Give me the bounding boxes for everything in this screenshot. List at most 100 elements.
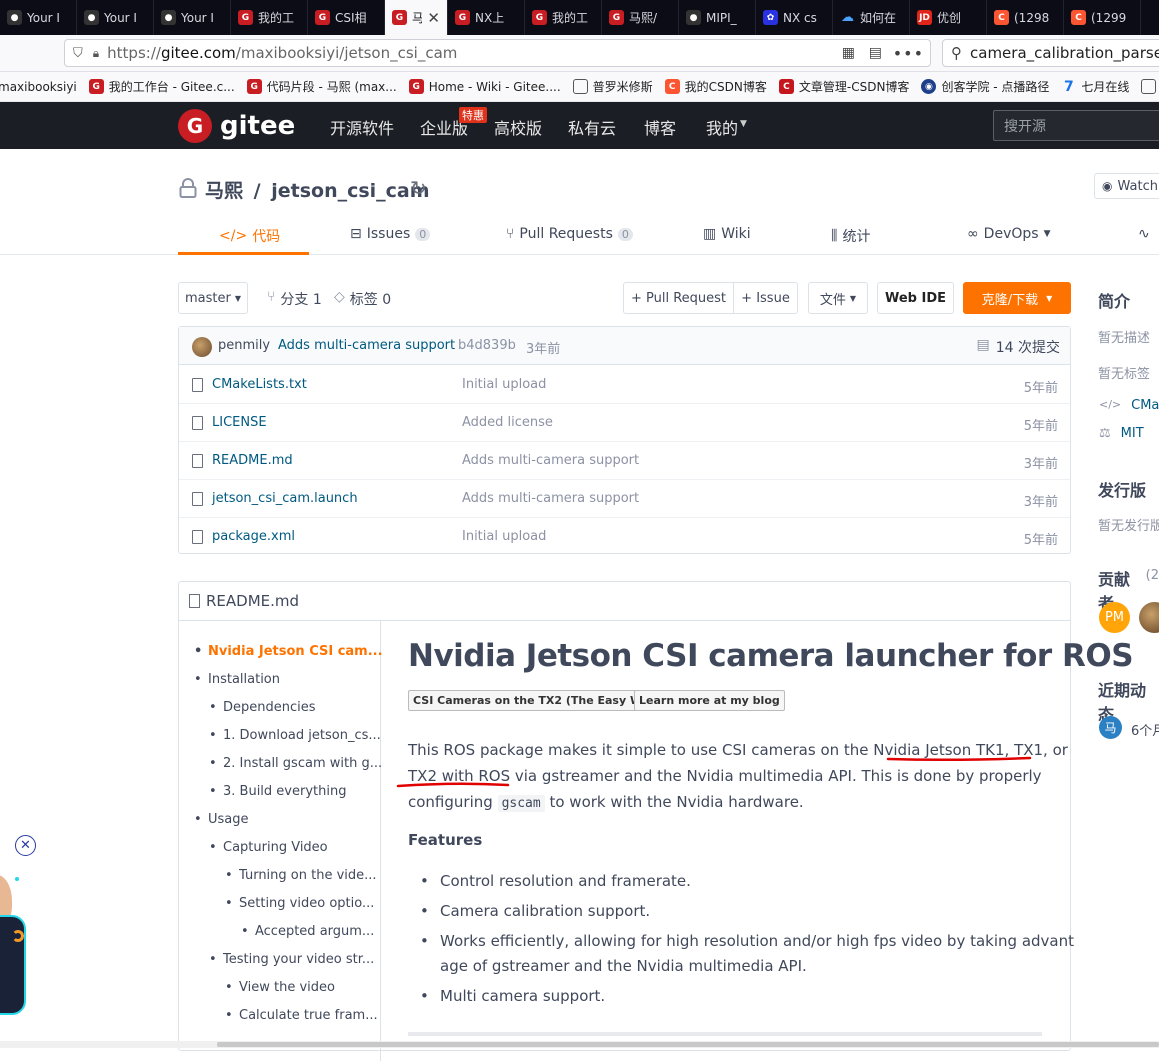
toc-item[interactable]: 1. Download jetson_cs... bbox=[209, 728, 381, 743]
branches-link[interactable]: ⑂ 分支 1 bbox=[267, 289, 322, 309]
file-row[interactable]: CMakeLists.txt Initial upload 5年前 bbox=[179, 366, 1070, 404]
bookmark-item[interactable]: 普罗米修斯 bbox=[572, 78, 653, 95]
new-issue-button[interactable]: + Issue bbox=[733, 282, 798, 314]
close-tab-icon[interactable]: ✕ bbox=[427, 9, 440, 27]
tags-link[interactable]: ◇ 标签 0 bbox=[334, 289, 391, 309]
commits-link[interactable]: ▤ 14 次提交 bbox=[977, 337, 1061, 357]
new-pull-request-button[interactable]: + Pull Request bbox=[623, 282, 733, 314]
web-ide-button[interactable]: Web IDE bbox=[877, 282, 954, 314]
floating-widget-image[interactable] bbox=[0, 875, 34, 1015]
tab-stats[interactable]: ⫼ 统计 bbox=[831, 226, 870, 246]
file-row[interactable]: jetson_csi_cam.launch Adds multi-camera s… bbox=[179, 480, 1070, 518]
tab-pull-requests[interactable]: ⑂ Pull Requests 0 bbox=[506, 226, 633, 242]
browser-search-field[interactable]: ⚲ camera_calibration_parsers bbox=[942, 39, 1159, 67]
toc-item[interactable]: Installation bbox=[194, 672, 280, 687]
toc-item[interactable]: Dependencies bbox=[209, 700, 315, 715]
browser-tab[interactable]: G 我的工 bbox=[525, 0, 602, 35]
book-icon: ▥ bbox=[703, 226, 717, 242]
browser-nav-bar: ⛉ 🔒︎ https://gitee.com/maxibooksiyi/jets… bbox=[0, 35, 1159, 72]
badge[interactable]: Learn more at my blog bbox=[634, 690, 785, 711]
nav-blog[interactable]: 博客 bbox=[644, 115, 676, 139]
reader-view-icon[interactable]: ▤ bbox=[869, 45, 882, 61]
license-link[interactable]: ⚖ MIT bbox=[1099, 426, 1144, 441]
avatar[interactable]: PM bbox=[1099, 602, 1130, 633]
browser-tab[interactable]: G NX上 bbox=[448, 0, 525, 35]
bookmark-item[interactable]: 7 七月在线 bbox=[1061, 78, 1129, 95]
gitee-icon: G bbox=[532, 10, 547, 25]
horizontal-scrollbar[interactable] bbox=[0, 1041, 1159, 1048]
browser-tab[interactable]: C (1299 bbox=[1064, 0, 1141, 35]
repo-owner[interactable]: 马熙 bbox=[205, 180, 243, 202]
tab-devops[interactable]: ∞ DevOps ▼ bbox=[967, 226, 1050, 242]
browser-tab[interactable]: ● Your I bbox=[154, 0, 231, 35]
bookmark-item[interactable]: 中 bbox=[1141, 78, 1159, 95]
toc-item-active[interactable]: Nvidia Jetson CSI cam... bbox=[194, 644, 383, 659]
browser-tab-active[interactable]: G马✕ bbox=[385, 0, 448, 35]
tab-issues[interactable]: ⊟ Issues 0 bbox=[350, 226, 431, 242]
browser-tab[interactable]: G 马熙/ bbox=[602, 0, 679, 35]
tab-wiki[interactable]: ▥ Wiki bbox=[703, 226, 751, 242]
avatar[interactable]: 马 bbox=[1099, 716, 1122, 739]
close-icon[interactable]: ✕ bbox=[15, 835, 36, 856]
bookmark-item[interactable]: C 我的CSDN博客 bbox=[664, 78, 767, 95]
toc-item[interactable]: 3. Build everything bbox=[209, 784, 347, 799]
site-search-input[interactable]: 搜开源 bbox=[993, 110, 1159, 141]
nav-university[interactable]: 高校版 bbox=[494, 115, 542, 139]
toc-item[interactable]: Usage bbox=[194, 812, 248, 827]
clone-download-button[interactable]: 克隆/下载 ▼ bbox=[963, 282, 1071, 314]
browser-tab[interactable]: G 我的工 bbox=[231, 0, 308, 35]
bookmark-item[interactable]: G Home - Wiki - Gitee.... bbox=[408, 79, 561, 94]
toc-item[interactable]: Calculate true fram... bbox=[225, 1008, 378, 1023]
chevron-down-icon: ▼ bbox=[1046, 293, 1053, 303]
github-icon: ● bbox=[686, 10, 701, 25]
browser-tab[interactable]: ● Your I bbox=[0, 0, 77, 35]
file-row[interactable]: package.xml Initial upload 5年前 bbox=[179, 518, 1070, 556]
toc-item[interactable]: Testing your video str... bbox=[209, 952, 374, 967]
toc-item[interactable]: Capturing Video bbox=[209, 840, 328, 855]
bookmark-item[interactable]: maxibooksiyi bbox=[0, 80, 77, 94]
toc-item[interactable]: View the video bbox=[225, 980, 335, 995]
toc-item[interactable]: Turning on the vide... bbox=[225, 868, 377, 883]
nav-open-source[interactable]: 开源软件 bbox=[330, 115, 394, 139]
file-row[interactable]: LICENSE Added license 5年前 bbox=[179, 404, 1070, 442]
qr-code-icon[interactable]: ▦ bbox=[842, 45, 855, 61]
browser-tab[interactable]: JD 优创 bbox=[910, 0, 987, 35]
avatar[interactable] bbox=[1139, 602, 1159, 633]
browser-tab[interactable]: ● MIPI_ bbox=[679, 0, 756, 35]
toc-item[interactable]: Setting video optio... bbox=[225, 896, 374, 911]
chevron-down-icon: ▼ bbox=[1043, 229, 1051, 239]
toc-item[interactable]: Accepted argum... bbox=[241, 924, 374, 939]
browser-tab[interactable]: ☁ 如何在 bbox=[833, 0, 910, 35]
branch-select[interactable]: master ▼ bbox=[178, 282, 248, 314]
watch-button[interactable]: ◉ Watchi bbox=[1094, 173, 1159, 199]
repo-name[interactable]: jetson_csi_cam bbox=[271, 180, 429, 202]
toc-item[interactable]: 2. Install gscam with g... bbox=[209, 756, 382, 771]
browser-tab[interactable]: G CSI相 bbox=[308, 0, 385, 35]
bookmark-item[interactable]: C 文章管理-CSDN博客 bbox=[778, 78, 909, 95]
badge[interactable]: CSI Cameras on the TX2 (The Easy Way) bbox=[408, 690, 666, 711]
nav-private-cloud[interactable]: 私有云 bbox=[568, 115, 616, 139]
gitee-icon: G bbox=[392, 10, 407, 25]
file-row[interactable]: README.md Adds multi-camera support 3年前 bbox=[179, 442, 1070, 480]
more-actions-icon[interactable]: ••• bbox=[893, 44, 924, 63]
activity-icon[interactable]: ∿ bbox=[1138, 226, 1150, 242]
avatar[interactable] bbox=[192, 337, 212, 357]
browser-tab[interactable]: ✿ NX cs bbox=[756, 0, 833, 35]
folder-icon bbox=[1141, 79, 1157, 94]
file-menu-button[interactable]: 文件 ▼ bbox=[808, 282, 868, 314]
gitee-logo[interactable]: G gitee bbox=[178, 109, 295, 143]
bookmark-item[interactable]: G 我的工作台 - Gitee.c... bbox=[88, 78, 235, 95]
browser-tab[interactable]: ● Your I bbox=[77, 0, 154, 35]
url-prefix: https:// bbox=[107, 44, 161, 62]
repo-tab-active-underline bbox=[178, 252, 309, 255]
bookmark-item[interactable]: G 代码片段 - 马熙 (max... bbox=[246, 78, 397, 95]
nav-mine[interactable]: 我的 bbox=[706, 115, 738, 139]
browser-tab[interactable]: C (1298 bbox=[987, 0, 1064, 35]
sync-icon[interactable]: ↻ bbox=[410, 176, 427, 200]
folder-icon bbox=[572, 79, 588, 94]
url-bar[interactable]: ⛉ 🔒︎ https://gitee.com/maxibooksiyi/jets… bbox=[64, 39, 931, 67]
language-link[interactable]: </>CMak bbox=[1099, 398, 1159, 413]
readme-title: Nvidia Jetson CSI camera launcher for RO… bbox=[408, 638, 1134, 674]
tab-code[interactable]: </> 代码 bbox=[219, 226, 280, 246]
bookmark-item[interactable]: ◉ 创客学院 - 点播路径 bbox=[921, 78, 1049, 95]
